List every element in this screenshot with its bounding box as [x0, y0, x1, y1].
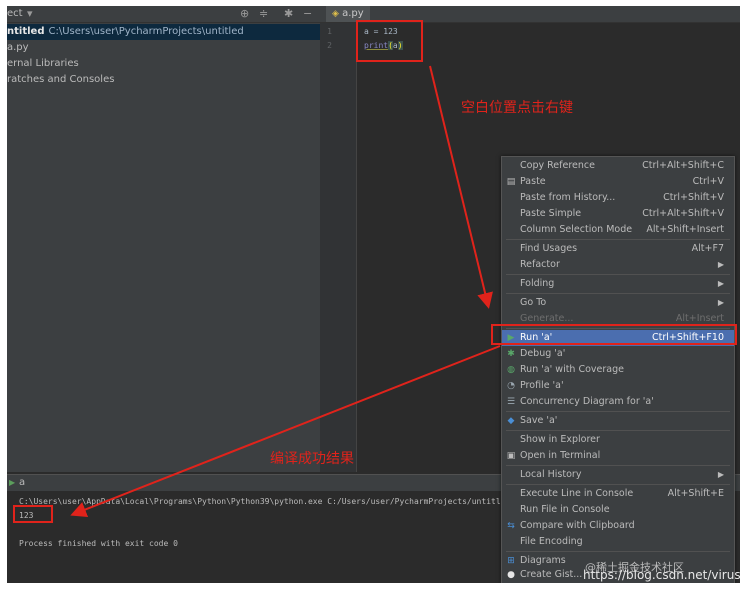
editor-context-menu: Copy Reference Ctrl+Alt+Shift+C ▤ Paste Ctr…	[501, 156, 735, 584]
menu-item-column-selection-mode[interactable]: Column Selection Mode Alt+Shift+Insert	[502, 222, 734, 238]
project-root-path: C:\Users\user\PycharmProjects\untitled	[48, 26, 244, 37]
menu-separator	[506, 484, 730, 485]
dropdown-icon[interactable]: ▾	[27, 7, 33, 20]
tree-item-project-root[interactable]: ntitled C:\Users\user\PycharmProjects\unt…	[7, 24, 320, 40]
profile-icon: ◔	[507, 381, 515, 391]
github-icon: ●	[507, 570, 515, 580]
menu-item-debug-a[interactable]: ✱ Debug 'a'	[502, 346, 734, 362]
tree-item-external-libraries[interactable]: ernal Libraries	[7, 56, 320, 72]
console-command-line: C:\Users\user\AppData\Local\Programs\Pyt…	[19, 497, 530, 506]
menu-item-paste-from-history[interactable]: Paste from History... Ctrl+Shift+V	[502, 190, 734, 206]
project-panel-title: ect	[7, 8, 23, 19]
tree-item-a-py[interactable]: a.py	[7, 40, 320, 56]
annotation-right-click: 空白位置点击右键	[461, 100, 573, 116]
highlight-run-item-box	[491, 324, 737, 345]
terminal-icon: ▣	[506, 451, 516, 461]
tree-item-label: a.py	[7, 42, 29, 53]
locate-icon[interactable]: ⊕	[240, 7, 249, 20]
line-number: 2	[327, 41, 332, 50]
submenu-arrow-icon: ▶	[717, 470, 724, 479]
menu-separator	[506, 293, 730, 294]
menu-separator	[506, 430, 730, 431]
project-panel: ect ▾ ⊕ ≑ ✱ − ntitled C:\Users\user\Pycha…	[7, 6, 320, 472]
annotation-result: 编译成功结果	[270, 451, 354, 467]
menu-item-find-usages[interactable]: Find Usages Alt+F7	[502, 241, 734, 257]
menu-separator	[506, 239, 730, 240]
tree-item-scratches[interactable]: ratches and Consoles	[7, 72, 320, 88]
menu-item-folding[interactable]: Folding ▶	[502, 276, 734, 292]
menu-item-open-in-terminal[interactable]: ▣ Open in Terminal	[502, 448, 734, 464]
coverage-icon: ◍	[507, 365, 515, 375]
run-tab-label[interactable]: a	[19, 475, 25, 491]
highlight-code-box	[356, 20, 423, 62]
editor-tab-label: a.py	[342, 8, 364, 19]
paste-icon: ▤	[506, 177, 516, 187]
menu-item-go-to[interactable]: Go To ▶	[502, 295, 734, 311]
console-exit-line: Process finished with exit code 0	[19, 539, 178, 548]
screenshot-border-right	[740, 0, 745, 593]
screenshot-border-bottom	[0, 583, 745, 593]
line-gutter: 1 2	[320, 23, 357, 472]
submenu-arrow-icon: ▶	[717, 279, 724, 288]
menu-item-paste-simple[interactable]: Paste Simple Ctrl+Alt+Shift+V	[502, 206, 734, 222]
submenu-arrow-icon: ▶	[717, 260, 724, 269]
menu-item-run-file-in-console[interactable]: Run File in Console	[502, 502, 734, 518]
watermark-csdn-url: https://blog.csdn.net/virusss	[583, 568, 745, 582]
menu-item-refactor[interactable]: Refactor ▶	[502, 257, 734, 273]
menu-item-profile-a[interactable]: ◔ Profile 'a'	[502, 378, 734, 394]
run-tab-icon: ▶	[9, 478, 16, 487]
menu-item-run-with-coverage[interactable]: ◍ Run 'a' with Coverage	[502, 362, 734, 378]
line-number: 1	[327, 27, 332, 36]
screenshot-border-left	[0, 0, 7, 593]
gear-icon[interactable]: ✱	[284, 7, 293, 20]
debug-icon: ✱	[507, 349, 515, 359]
concurrency-icon: ☰	[506, 397, 516, 407]
menu-item-save-a[interactable]: ◆ Save 'a'	[502, 413, 734, 429]
menu-item-concurrency-diagram[interactable]: ☰ Concurrency Diagram for 'a'	[502, 394, 734, 410]
highlight-output-box	[13, 505, 53, 523]
menu-separator	[506, 274, 730, 275]
tree-item-label: ratches and Consoles	[7, 74, 115, 85]
menu-item-copy-reference[interactable]: Copy Reference Ctrl+Alt+Shift+C	[502, 158, 734, 174]
collapse-all-icon[interactable]: ≑	[259, 7, 268, 20]
menu-item-execute-line-in-console[interactable]: Execute Line in Console Alt+Shift+E	[502, 486, 734, 502]
tree-item-label: ernal Libraries	[7, 58, 79, 69]
menu-item-paste[interactable]: ▤ Paste Ctrl+V	[502, 174, 734, 190]
project-panel-header: ect ▾ ⊕ ≑ ✱ −	[7, 6, 320, 23]
menu-item-compare-with-clipboard[interactable]: ⇆ Compare with Clipboard	[502, 518, 734, 534]
hide-panel-icon[interactable]: −	[303, 7, 312, 20]
menu-item-show-in-explorer[interactable]: Show in Explorer	[502, 432, 734, 448]
python-save-icon: ◆	[507, 416, 515, 426]
compare-icon: ⇆	[507, 521, 515, 531]
menu-separator	[506, 551, 730, 552]
menu-separator	[506, 465, 730, 466]
menu-separator	[506, 411, 730, 412]
project-root-name: ntitled	[7, 26, 45, 37]
submenu-arrow-icon: ▶	[717, 298, 724, 307]
menu-item-file-encoding[interactable]: File Encoding	[502, 534, 734, 550]
python-file-icon: ◈	[332, 9, 339, 19]
menu-item-local-history[interactable]: Local History ▶	[502, 467, 734, 483]
